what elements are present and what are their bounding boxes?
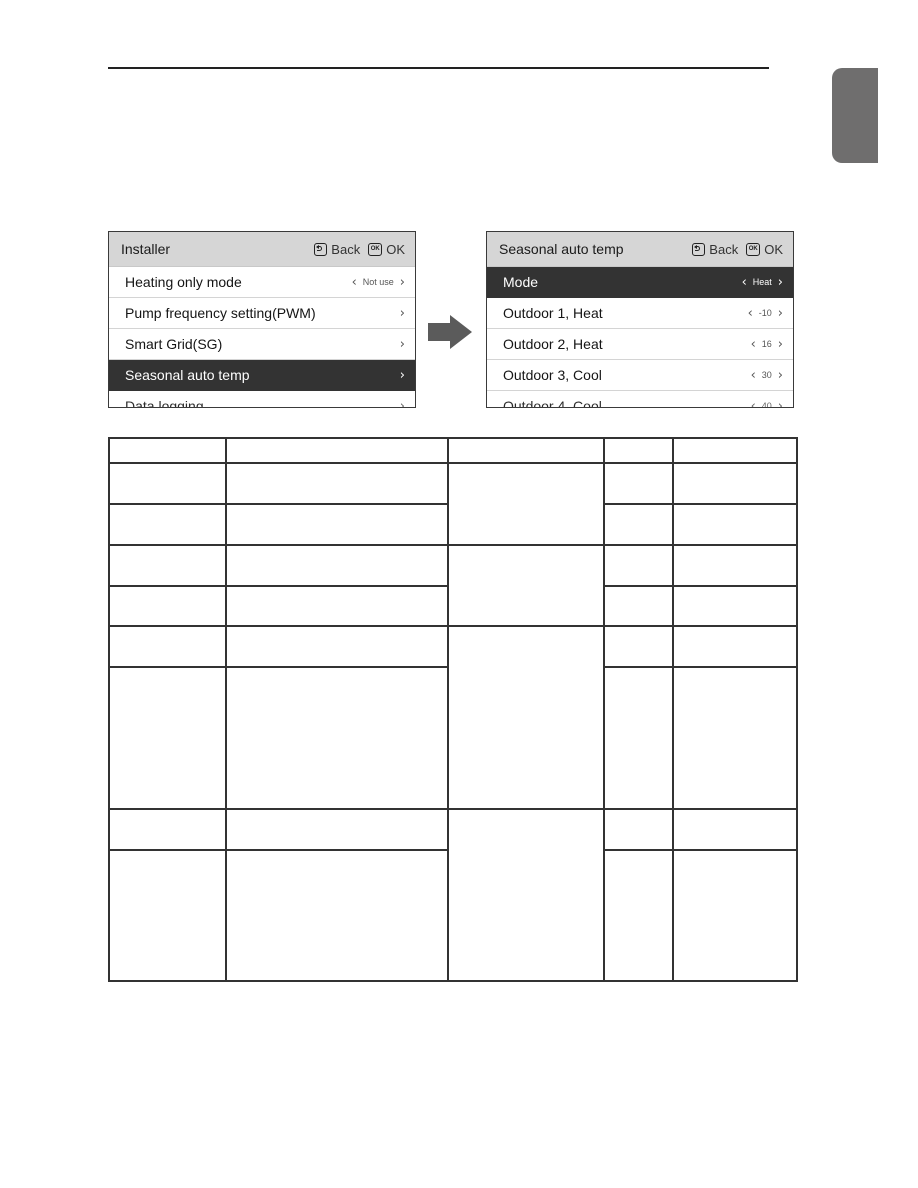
table-column-divider (672, 437, 674, 982)
chevron-right-icon: › (399, 336, 405, 352)
chevron-left-icon[interactable]: ‹ (751, 368, 756, 383)
table-border (796, 437, 798, 982)
header-rule (108, 67, 769, 69)
chevron-right-icon[interactable]: › (778, 399, 783, 408)
back-button[interactable]: Back (692, 242, 738, 257)
table-row-divider (108, 585, 449, 587)
back-label: Back (709, 241, 739, 257)
chevron-left-icon[interactable]: ‹ (751, 399, 756, 408)
table-column-divider (225, 437, 227, 982)
settings-table (108, 437, 798, 982)
menu-item-value: Not use (362, 277, 394, 287)
setting-label: Outdoor 1, Heat (503, 305, 603, 321)
setting-value: 16 (761, 339, 772, 349)
setting-value: 30 (761, 370, 772, 380)
setting-label: Mode (503, 274, 539, 290)
setting-label: Outdoor 4, Cool (503, 398, 602, 408)
table-row-divider (108, 849, 449, 851)
back-button[interactable]: Back (314, 242, 360, 257)
table-row-divider (603, 666, 798, 668)
back-return-icon (692, 242, 706, 256)
table-row-divider (603, 585, 798, 587)
table-row-divider (108, 544, 798, 546)
ok-label: OK (386, 241, 405, 257)
chevron-right-icon[interactable]: › (778, 337, 783, 352)
menu-item-pump-frequency[interactable]: Pump frequency setting(PWM) › (109, 298, 415, 329)
menu-item-data-logging[interactable]: Data logging › (109, 391, 415, 408)
chevron-left-icon[interactable]: ‹ (352, 275, 357, 290)
setting-row-outdoor-3-cool[interactable]: Outdoor 3, Cool ‹ 30 › (487, 360, 793, 391)
table-row-divider (108, 666, 449, 668)
chevron-right-icon[interactable]: › (778, 306, 783, 321)
menu-item-heating-only-mode[interactable]: Heating only mode ‹ Not use › (109, 267, 415, 298)
menu-item-seasonal-auto-temp[interactable]: Seasonal auto temp › (109, 360, 415, 391)
table-row-divider (108, 625, 798, 627)
setting-row-outdoor-4-cool[interactable]: Outdoor 4, Cool ‹ 40 › (487, 391, 793, 408)
ok-button-icon: OK (746, 242, 761, 256)
ok-button[interactable]: OK OK (746, 242, 783, 257)
setting-label: Outdoor 3, Cool (503, 367, 602, 383)
table-column-divider (603, 437, 605, 982)
setting-value: 40 (761, 401, 772, 408)
screen-title: Installer (121, 241, 171, 257)
table-border (108, 437, 798, 439)
chevron-right-icon: › (399, 367, 405, 383)
table-row-divider (108, 503, 449, 505)
chevron-left-icon[interactable]: ‹ (751, 337, 756, 352)
chevron-right-icon[interactable]: › (778, 368, 783, 383)
table-border (108, 980, 798, 982)
screen-header: Installer Back OK OK (109, 232, 415, 267)
screen-title: Seasonal auto temp (499, 241, 624, 257)
table-row-divider (603, 503, 798, 505)
table-row-divider (108, 808, 798, 810)
back-return-icon (314, 242, 328, 256)
setting-row-outdoor-2-heat[interactable]: Outdoor 2, Heat ‹ 16 › (487, 329, 793, 360)
setting-value: Heat (752, 277, 772, 287)
chevron-right-icon[interactable]: › (400, 275, 405, 290)
menu-item-smart-grid[interactable]: Smart Grid(SG) › (109, 329, 415, 360)
chevron-left-icon[interactable]: ‹ (748, 306, 753, 321)
chevron-right-icon: › (399, 398, 405, 408)
ok-label: OK (764, 241, 783, 257)
screen-header: Seasonal auto temp Back OK OK (487, 232, 793, 267)
menu-item-label: Pump frequency setting(PWM) (125, 305, 316, 321)
seasonal-auto-temp-screen: Seasonal auto temp Back OK OK Mode ‹ Hea… (486, 231, 794, 408)
table-border (108, 437, 110, 982)
setting-value: -10 (758, 308, 772, 318)
table-row-divider (108, 462, 798, 464)
menu-item-label: Smart Grid(SG) (125, 336, 223, 352)
chevron-right-icon: › (399, 305, 405, 321)
menu-item-label: Heating only mode (125, 274, 242, 290)
setting-row-outdoor-1-heat[interactable]: Outdoor 1, Heat ‹ -10 › (487, 298, 793, 329)
installer-screen: Installer Back OK OK Heating only mode ‹… (108, 231, 416, 408)
chevron-right-icon[interactable]: › (778, 275, 783, 290)
table-row-divider (603, 849, 798, 851)
setting-row-mode[interactable]: Mode ‹ Heat › (487, 267, 793, 298)
chevron-left-icon[interactable]: ‹ (742, 275, 747, 290)
ok-button-icon: OK (368, 242, 383, 256)
table-column-divider (447, 437, 449, 982)
menu-item-label: Seasonal auto temp (125, 367, 250, 383)
back-label: Back (331, 241, 361, 257)
menu-item-label: Data logging (125, 398, 204, 408)
section-tab (832, 68, 878, 163)
setting-label: Outdoor 2, Heat (503, 336, 603, 352)
ok-button[interactable]: OK OK (368, 242, 405, 257)
